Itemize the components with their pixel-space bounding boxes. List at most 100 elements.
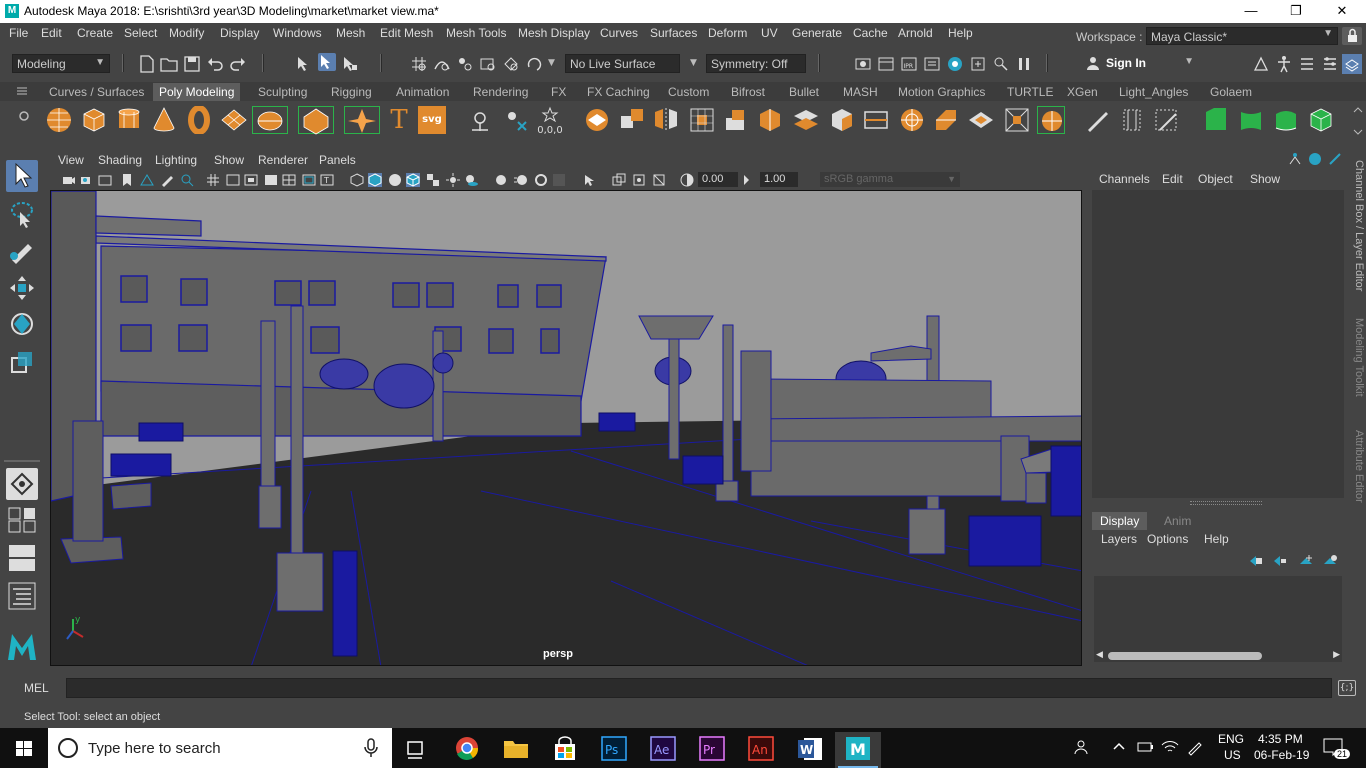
smooth-shade-icon[interactable]: [368, 173, 382, 187]
resolution-gate-icon[interactable]: [244, 173, 258, 187]
render-frame-icon[interactable]: [877, 55, 895, 73]
color-space-select[interactable]: sRGB gamma ▼: [820, 172, 960, 187]
menu-surfaces[interactable]: Surfaces: [650, 26, 697, 40]
use-default-material-icon[interactable]: [388, 173, 402, 187]
chevron-up-icon[interactable]: [1112, 740, 1126, 757]
planar-mapping-icon[interactable]: [1237, 106, 1265, 134]
menu-file[interactable]: File: [9, 26, 28, 40]
select-hierarchy-icon[interactable]: [295, 55, 313, 73]
multi-cut-icon[interactable]: [862, 106, 890, 134]
image-plane-icon[interactable]: [140, 173, 154, 187]
menu-set-select[interactable]: Modeling ▼: [12, 54, 110, 73]
battery-icon[interactable]: [1136, 738, 1154, 759]
scroll-right-icon[interactable]: ▶: [1333, 650, 1340, 660]
people-icon[interactable]: [1074, 738, 1092, 759]
light-editor-icon[interactable]: [992, 55, 1010, 73]
language-indicator[interactable]: ENG: [1218, 732, 1244, 746]
grid-toggle-icon[interactable]: [206, 173, 220, 187]
bridge-icon[interactable]: [756, 106, 784, 134]
menu-arnold[interactable]: Arnold: [898, 26, 933, 40]
wireframe-on-shaded-icon[interactable]: [406, 173, 420, 187]
poly-torus-icon[interactable]: [185, 105, 213, 135]
snap-live-icon[interactable]: [502, 55, 520, 73]
snap-rotate-icon[interactable]: [525, 55, 543, 73]
center-pivot-icon[interactable]: 0,0,0: [536, 106, 564, 136]
select-tool-icon[interactable]: [6, 160, 38, 192]
target-weld-icon[interactable]: [898, 106, 926, 134]
use-all-lights-icon[interactable]: [446, 173, 460, 187]
restore-icon[interactable]: ❐: [1273, 0, 1319, 23]
layer-tab-display[interactable]: Display: [1092, 512, 1148, 530]
microphone-icon[interactable]: [364, 738, 378, 758]
sculpt-geometry-icon[interactable]: [1037, 106, 1065, 134]
panel-menu-view[interactable]: View: [58, 153, 84, 167]
render-history-icon[interactable]: [854, 55, 872, 73]
camera-attributes-icon[interactable]: [80, 173, 94, 187]
new-scene-icon[interactable]: [138, 55, 156, 73]
channel-object-menu[interactable]: Object: [1198, 172, 1233, 186]
svg-tool-icon[interactable]: svg: [418, 106, 446, 134]
clock-date[interactable]: 06-Feb-19: [1254, 748, 1309, 762]
animate-icon[interactable]: An: [741, 732, 781, 768]
new-layer-selected-icon[interactable]: [1322, 554, 1338, 568]
menu-create[interactable]: Create: [77, 26, 113, 40]
platonic-solid-icon[interactable]: [298, 106, 334, 135]
shelf-tab-sculpting[interactable]: Sculpting: [252, 83, 313, 101]
scale-tool-icon[interactable]: [6, 346, 38, 378]
shelf-tab-custom[interactable]: Custom: [662, 83, 715, 101]
single-perspective-layout-icon[interactable]: [6, 468, 38, 500]
clock-time[interactable]: 4:35 PM: [1258, 732, 1303, 746]
xray-components-icon[interactable]: [652, 173, 666, 187]
channel-show-menu[interactable]: Show: [1250, 172, 1280, 186]
wifi-icon[interactable]: [1161, 738, 1179, 759]
safe-title-icon[interactable]: T: [320, 173, 334, 187]
two-d-pan-zoom-icon[interactable]: [180, 173, 194, 187]
rotate-tool-icon[interactable]: [6, 308, 38, 340]
shelf-tab-bullet[interactable]: Bullet: [783, 83, 825, 101]
channel-box-icon[interactable]: [1288, 152, 1302, 166]
shelf-tab-fx-caching[interactable]: FX Caching: [581, 83, 656, 101]
menu-display[interactable]: Display: [220, 26, 259, 40]
tool-settings-toggle-icon[interactable]: [1328, 152, 1342, 166]
menu-uv[interactable]: UV: [761, 26, 778, 40]
type-tool-icon[interactable]: T: [385, 106, 413, 134]
side-tab-attribute-editor[interactable]: Attribute Editor: [1349, 430, 1365, 515]
shelf-tab-poly-modeling[interactable]: Poly Modeling: [153, 83, 241, 101]
slide-edge-icon[interactable]: [1118, 106, 1146, 134]
workspace-select[interactable]: Maya Classic* ▼: [1146, 27, 1338, 45]
menu-help[interactable]: Help: [948, 26, 973, 40]
exposure-icon[interactable]: [680, 173, 694, 187]
xray-joints-icon[interactable]: [632, 173, 646, 187]
shelf-tab-mash[interactable]: MASH: [837, 83, 884, 101]
textured-icon[interactable]: [426, 173, 440, 187]
insert-edge-loop-icon[interactable]: [932, 106, 960, 134]
hypershade-icon[interactable]: [946, 55, 964, 73]
side-tab-channel-box[interactable]: Channel Box / Layer Editor: [1349, 160, 1365, 300]
xray-icon[interactable]: [612, 173, 626, 187]
channel-edit-menu[interactable]: Edit: [1162, 172, 1183, 186]
shelf-tab-fx[interactable]: FX: [545, 83, 572, 101]
menu-edit[interactable]: Edit: [41, 26, 62, 40]
menu-mesh-tools[interactable]: Mesh Tools: [446, 26, 506, 40]
render-setup-icon[interactable]: [969, 55, 987, 73]
extrude-icon[interactable]: [722, 106, 750, 134]
bevel-icon[interactable]: [792, 106, 820, 134]
combine-icon[interactable]: [466, 106, 494, 134]
pen-icon[interactable]: [1186, 738, 1204, 759]
poly-cube-icon[interactable]: [80, 106, 108, 134]
help-menu[interactable]: Help: [1204, 532, 1229, 546]
menu-modify[interactable]: Modify: [169, 26, 204, 40]
open-scene-icon[interactable]: [160, 55, 178, 73]
sign-in-button[interactable]: Sign In ▼: [1082, 53, 1200, 74]
safe-action-icon[interactable]: [302, 173, 316, 187]
shelf-tab-motion-graphics[interactable]: Motion Graphics: [892, 83, 991, 101]
store-icon[interactable]: [545, 732, 585, 768]
move-layer-up-icon[interactable]: [1248, 554, 1264, 568]
uv-editor-icon[interactable]: [1202, 106, 1230, 134]
render-settings-icon[interactable]: [923, 55, 941, 73]
lock-icon[interactable]: [1342, 27, 1362, 45]
panel-menu-shading[interactable]: Shading: [98, 153, 142, 167]
shadows-icon[interactable]: [464, 173, 478, 187]
select-camera-icon[interactable]: [62, 173, 76, 187]
select-component-icon[interactable]: [341, 55, 359, 73]
